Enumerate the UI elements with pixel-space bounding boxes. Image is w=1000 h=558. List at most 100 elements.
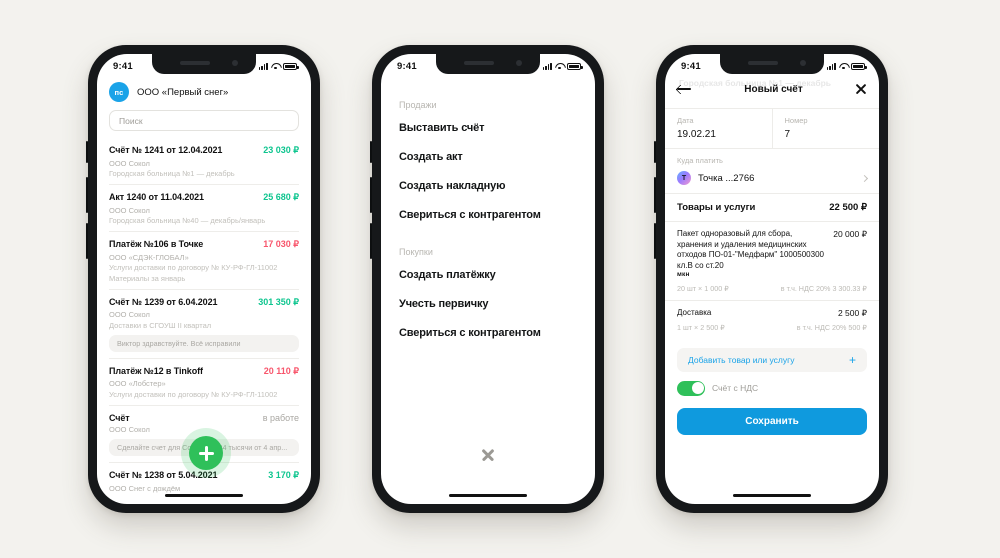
doc-counterparty: ООО «СДЭК-ГЛОБАЛ» — [109, 252, 189, 262]
close-icon[interactable] — [481, 448, 495, 462]
cellular-signal-icon — [258, 62, 268, 70]
doc-description-2: Материалы за январь — [109, 273, 186, 283]
battery-icon — [851, 62, 867, 70]
doc-counterparty: ООО Сокол — [109, 158, 150, 168]
cellular-signal-icon — [542, 62, 552, 70]
doc-status: в работе — [262, 412, 299, 423]
doc-description: Городская больница №1 — декабрь — [109, 169, 235, 178]
number-value: 7 — [784, 129, 791, 140]
search-input[interactable]: Поиск — [109, 110, 299, 131]
items-section-header: Товары и услуги 22 500 ₽ — [665, 193, 879, 221]
doc-counterparty: ООО Снег с дождём — [109, 483, 181, 493]
menu-item-reconcile-purchases[interactable]: Свериться с контрагентом — [399, 327, 577, 339]
phone1-header: пс ООО «Первый снег» — [97, 76, 311, 102]
status-time: 9:41 — [397, 60, 417, 72]
status-time: 9:41 — [681, 60, 701, 72]
date-field[interactable]: Дата 19.02.21 — [665, 109, 772, 148]
date-value: 19.02.21 — [677, 129, 716, 140]
line-item-unit: мкн — [677, 271, 690, 279]
vat-toggle-label: Счёт с НДС — [712, 383, 759, 394]
doc-title: Счёт — [109, 412, 130, 423]
list-item[interactable]: Платёж №106 в Точке 17 030 ₽ ООО «СДЭК-Г… — [109, 231, 299, 289]
phone2-screen: 9:41 Продажи Выставить счёт Создать акт … — [381, 54, 595, 504]
menu-item-create-act[interactable]: Создать акт — [399, 151, 577, 163]
close-icon[interactable] — [856, 84, 867, 95]
add-item-label: Добавить товар или услугу — [688, 354, 795, 365]
date-label: Дата — [677, 116, 694, 125]
list-item[interactable]: Платёж №12 в Tinkoff 20 110 ₽ ООО «Лобст… — [109, 357, 299, 405]
line-item-name: Пакет одноразовый для сбора, хранения и … — [677, 229, 824, 270]
doc-description: Услуги доставки по договору № КУ-РФ-ГЛ-1… — [109, 263, 278, 272]
line-item-price: 2 500 ₽ — [837, 307, 867, 318]
status-time: 9:41 — [113, 60, 133, 72]
toggle-knob — [691, 382, 704, 395]
back-arrow-icon[interactable] — [677, 84, 691, 94]
menu-item-record-primary[interactable]: Учесть первичку — [399, 298, 577, 310]
home-indicator — [449, 493, 527, 497]
doc-title: Платёж №12 в Tinkoff — [109, 365, 203, 376]
vat-toggle-row[interactable]: Счёт с НДС — [677, 380, 867, 396]
list-item[interactable]: Счёт № 1241 от 12.04.2021 23 030 ₽ ООО С… — [109, 138, 299, 184]
status-bar-1: 9:41 — [97, 54, 311, 76]
add-document-fab[interactable] — [189, 436, 223, 470]
menu-group-label: Продажи — [399, 100, 437, 110]
doc-title: Платёж №106 в Точке — [109, 239, 204, 249]
doc-amount: 17 030 ₽ — [263, 239, 299, 249]
menu-item-create-payment[interactable]: Создать платёжку — [399, 269, 577, 281]
status-bar-3: 9:41 — [665, 54, 879, 76]
phone-device-3: 9:41 Городская больница №1 — декабрь Нов… — [654, 45, 888, 513]
payment-account: Точка ...2766 — [698, 172, 755, 184]
avatar[interactable]: пс — [109, 82, 129, 102]
line-item[interactable]: Пакет одноразовый для сбора, хранения и … — [665, 221, 879, 300]
line-item-name: Доставка — [677, 307, 712, 317]
page-title: Новый счёт — [744, 83, 803, 95]
battery-icon — [283, 62, 299, 70]
doc-amount: 25 680 ₽ — [263, 192, 299, 202]
phone-device-2: 9:41 Продажи Выставить счёт Создать акт … — [370, 45, 604, 513]
menu-item-reconcile-sales[interactable]: Свериться с контрагентом — [399, 209, 577, 221]
line-item-name-wrap: Пакет одноразовый для сбора, хранения и … — [677, 229, 825, 280]
doc-amount: 23 030 ₽ — [263, 145, 299, 155]
line-item-vat: в т.ч. НДС 20% 500 ₽ — [796, 322, 867, 332]
cellular-signal-icon — [826, 62, 836, 70]
line-item-price: 20 000 ₽ — [833, 229, 867, 239]
doc-chat-bubble[interactable]: Виктор здравствуйте. Всё исправили — [109, 334, 299, 352]
search-placeholder: Поиск — [119, 115, 143, 126]
number-field[interactable]: Номер 7 — [771, 109, 880, 148]
doc-title: Счёт № 1239 от 6.04.2021 — [109, 296, 218, 307]
action-menu: Продажи Выставить счёт Создать акт Созда… — [381, 76, 595, 339]
line-item-qty: 20 шт × 1 000 ₽ — [677, 283, 729, 293]
phone-device-1: 9:41 пс ООО «Первый снег» Поиск Счёт № 1… — [86, 45, 320, 513]
wifi-icon — [271, 63, 280, 70]
screenshot-stage: 9:41 пс ООО «Первый снег» Поиск Счёт № 1… — [0, 0, 1000, 558]
vat-toggle[interactable] — [677, 380, 705, 396]
list-item[interactable]: Акт 1240 от 11.04.2021 25 680 ₽ ООО Соко… — [109, 184, 299, 231]
menu-group-sales: Продажи Выставить счёт Создать акт Созда… — [399, 100, 577, 221]
wifi-icon — [839, 63, 848, 70]
date-number-row: Дата 19.02.21 Номер 7 — [665, 108, 879, 148]
add-item-button[interactable]: Добавить товар или услугу + — [677, 347, 867, 372]
plus-icon: + — [848, 352, 856, 367]
line-item-name-wrap: Доставка — [677, 308, 711, 319]
items-section-title: Товары и услуги — [677, 202, 756, 213]
menu-group-purchases: Покупки Создать платёжку Учесть первичку… — [399, 247, 577, 339]
doc-amount: 20 110 ₽ — [263, 365, 299, 376]
list-item[interactable]: Счёт № 1239 от 6.04.2021 301 350 ₽ ООО С… — [109, 288, 299, 358]
doc-title: Счёт № 1238 от 5.04.2021 — [109, 470, 218, 480]
line-item-qty: 1 шт × 2 500 ₽ — [677, 322, 725, 332]
home-indicator — [165, 493, 243, 497]
status-bar-2: 9:41 — [381, 54, 595, 76]
items-section-total: 22 500 ₽ — [829, 202, 867, 213]
menu-item-create-invoice[interactable]: Выставить счёт — [399, 122, 577, 134]
chevron-right-icon — [860, 174, 869, 182]
doc-description: Услуги доставки по договору № КУ-РФ-ГЛ-1… — [109, 389, 278, 399]
save-button[interactable]: Сохранить — [677, 407, 867, 435]
org-name: ООО «Первый снег» — [137, 86, 229, 98]
line-item[interactable]: Доставка 2 500 ₽ 1 шт × 2 500 ₽ в т.ч. Н… — [665, 299, 879, 339]
wifi-icon — [555, 63, 564, 70]
doc-counterparty: ООО «Лобстер» — [109, 379, 166, 388]
menu-item-create-waybill[interactable]: Создать накладную — [399, 180, 577, 192]
payment-destination-block[interactable]: Куда платить Т Точка ...2766 — [665, 148, 879, 193]
doc-title: Акт 1240 от 11.04.2021 — [109, 192, 204, 202]
battery-icon — [567, 62, 583, 70]
